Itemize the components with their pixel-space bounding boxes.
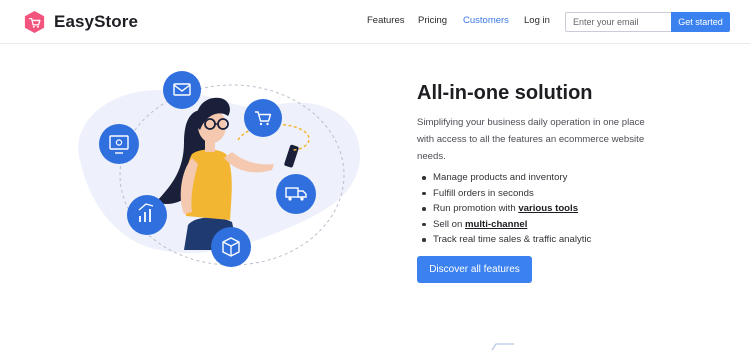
- envelope-icon: [163, 71, 201, 109]
- brand-name: EasyStore: [54, 12, 139, 31]
- nav-features[interactable]: Features: [367, 15, 405, 26]
- growth-chart-icon: [127, 195, 167, 235]
- nav-customers[interactable]: Customers: [463, 15, 509, 26]
- box-icon: [211, 227, 251, 267]
- multi-channel-link[interactable]: multi-channel: [465, 219, 527, 230]
- nav-pricing[interactable]: Pricing: [418, 15, 447, 26]
- hero-description: Simplifying your business daily operatio…: [417, 117, 645, 162]
- monitor-settings-icon: [99, 124, 139, 164]
- email-input[interactable]: [565, 12, 672, 32]
- discover-features-button[interactable]: Discover all features: [417, 256, 532, 283]
- hero-illustration: [78, 71, 361, 267]
- brand-logo[interactable]: EasyStore: [22, 9, 138, 35]
- nav-login[interactable]: Log in: [524, 15, 550, 26]
- shopping-bag-logo-icon: [24, 10, 45, 34]
- cart-icon: [244, 99, 282, 137]
- page-title: All-in-one solution: [417, 82, 593, 104]
- list-item: Run promotion with various tools: [421, 201, 591, 217]
- various-tools-link[interactable]: various tools: [518, 203, 578, 214]
- top-navbar: EasyStore Features Pricing Customers Log…: [0, 0, 750, 44]
- get-started-button[interactable]: Get started: [671, 12, 730, 32]
- feature-list: Manage products and inventory Fulfill or…: [421, 170, 591, 248]
- list-item: Sell on multi-channel: [421, 217, 591, 233]
- decorative-shape: [491, 343, 514, 350]
- list-item: Manage products and inventory: [421, 170, 591, 186]
- list-item: Track real time sales & traffic analytic: [421, 232, 591, 248]
- delivery-truck-icon: [276, 174, 316, 214]
- list-item: Fulfill orders in seconds: [421, 186, 591, 202]
